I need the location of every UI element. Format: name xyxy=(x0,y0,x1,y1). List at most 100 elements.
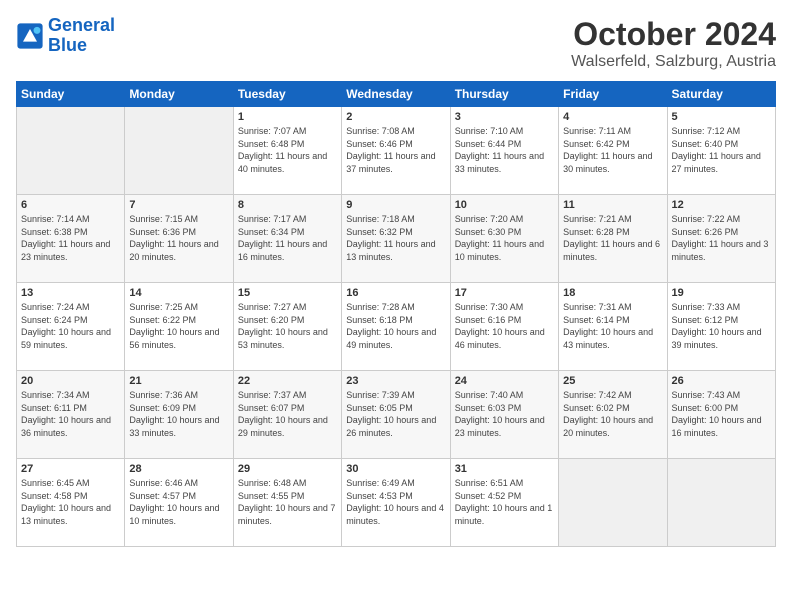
day-info: Sunrise: 7:17 AMSunset: 6:34 PMDaylight:… xyxy=(238,213,337,263)
day-number: 31 xyxy=(455,463,554,475)
day-info: Sunrise: 7:30 AMSunset: 6:16 PMDaylight:… xyxy=(455,301,554,351)
day-info: Sunrise: 6:46 AMSunset: 4:57 PMDaylight:… xyxy=(129,477,228,527)
calendar-cell: 21Sunrise: 7:36 AMSunset: 6:09 PMDayligh… xyxy=(125,371,233,459)
day-number: 9 xyxy=(346,199,445,211)
calendar-cell: 25Sunrise: 7:42 AMSunset: 6:02 PMDayligh… xyxy=(559,371,667,459)
title-block: October 2024 Walserfeld, Salzburg, Austr… xyxy=(571,16,776,71)
day-info: Sunrise: 7:31 AMSunset: 6:14 PMDaylight:… xyxy=(563,301,662,351)
calendar-table: Sunday Monday Tuesday Wednesday Thursday… xyxy=(16,81,776,547)
month-title: October 2024 xyxy=(571,16,776,53)
day-info: Sunrise: 7:34 AMSunset: 6:11 PMDaylight:… xyxy=(21,389,120,439)
calendar-week-1: 1Sunrise: 7:07 AMSunset: 6:48 PMDaylight… xyxy=(17,107,776,195)
calendar-cell: 14 Sunrise: 7:25 AMSunset: 6:22 PMDayligh… xyxy=(125,283,233,371)
day-number: 13 xyxy=(21,287,120,299)
logo: General Blue xyxy=(16,16,115,56)
day-number: 15 xyxy=(238,287,337,299)
calendar-cell: 16 Sunrise: 7:28 AMSunset: 6:18 PMDayligh… xyxy=(342,283,450,371)
col-saturday: Saturday xyxy=(667,82,775,107)
day-number: 21 xyxy=(129,375,228,387)
day-info: Sunrise: 7:28 AMSunset: 6:18 PMDaylight:… xyxy=(346,301,445,351)
day-number: 2 xyxy=(346,111,445,123)
day-number: 28 xyxy=(129,463,228,475)
calendar-cell: 27Sunrise: 6:45 AMSunset: 4:58 PMDayligh… xyxy=(17,459,125,547)
calendar-cell: 18 Sunrise: 7:31 AMSunset: 6:14 PMDayligh… xyxy=(559,283,667,371)
location-title: Walserfeld, Salzburg, Austria xyxy=(571,53,776,71)
page-header: General Blue October 2024 Walserfeld, Sa… xyxy=(16,16,776,71)
calendar-cell: 24Sunrise: 7:40 AMSunset: 6:03 PMDayligh… xyxy=(450,371,558,459)
day-info: Sunrise: 7:37 AMSunset: 6:07 PMDaylight:… xyxy=(238,389,337,439)
calendar-cell: 13 Sunrise: 7:24 AMSunset: 6:24 PMDayligh… xyxy=(17,283,125,371)
day-info: Sunrise: 7:11 AMSunset: 6:42 PMDaylight:… xyxy=(563,125,662,175)
logo-line1: General xyxy=(48,15,115,35)
day-info: Sunrise: 7:18 AMSunset: 6:32 PMDaylight:… xyxy=(346,213,445,263)
day-number: 7 xyxy=(129,199,228,211)
day-number: 14 xyxy=(129,287,228,299)
calendar-cell xyxy=(559,459,667,547)
day-info: Sunrise: 7:10 AMSunset: 6:44 PMDaylight:… xyxy=(455,125,554,175)
day-number: 16 xyxy=(346,287,445,299)
day-number: 19 xyxy=(672,287,771,299)
day-info: Sunrise: 7:24 AMSunset: 6:24 PMDaylight:… xyxy=(21,301,120,351)
calendar-week-5: 27Sunrise: 6:45 AMSunset: 4:58 PMDayligh… xyxy=(17,459,776,547)
calendar-cell: 30 Sunrise: 6:49 AMSunset: 4:53 PMDayligh… xyxy=(342,459,450,547)
col-friday: Friday xyxy=(559,82,667,107)
day-info: Sunrise: 6:48 AMSunset: 4:55 PMDaylight:… xyxy=(238,477,337,527)
calendar-cell xyxy=(667,459,775,547)
calendar-cell: 29 Sunrise: 6:48 AMSunset: 4:55 PMDayligh… xyxy=(233,459,341,547)
calendar-cell: 6 Sunrise: 7:14 AMSunset: 6:38 PMDaylight… xyxy=(17,195,125,283)
day-info: Sunrise: 6:51 AMSunset: 4:52 PMDaylight:… xyxy=(455,477,554,527)
day-info: Sunrise: 7:14 AMSunset: 6:38 PMDaylight:… xyxy=(21,213,120,263)
day-number: 6 xyxy=(21,199,120,211)
day-number: 18 xyxy=(563,287,662,299)
day-number: 23 xyxy=(346,375,445,387)
day-info: Sunrise: 7:22 AMSunset: 6:26 PMDaylight:… xyxy=(672,213,771,263)
day-number: 30 xyxy=(346,463,445,475)
calendar-cell: 22 Sunrise: 7:37 AMSunset: 6:07 PMDayligh… xyxy=(233,371,341,459)
logo-icon xyxy=(16,22,44,50)
day-info: Sunrise: 7:40 AMSunset: 6:03 PMDaylight:… xyxy=(455,389,554,439)
calendar-week-4: 20 Sunrise: 7:34 AMSunset: 6:11 PMDayligh… xyxy=(17,371,776,459)
day-number: 29 xyxy=(238,463,337,475)
logo-text: General Blue xyxy=(48,16,115,56)
day-info: Sunrise: 7:27 AMSunset: 6:20 PMDaylight:… xyxy=(238,301,337,351)
day-number: 12 xyxy=(672,199,771,211)
day-info: Sunrise: 7:39 AMSunset: 6:05 PMDaylight:… xyxy=(346,389,445,439)
calendar-cell: 8 Sunrise: 7:17 AMSunset: 6:34 PMDaylight… xyxy=(233,195,341,283)
calendar-cell: 19 Sunrise: 7:33 AMSunset: 6:12 PMDayligh… xyxy=(667,283,775,371)
day-number: 3 xyxy=(455,111,554,123)
day-number: 11 xyxy=(563,199,662,211)
calendar-cell: 7 Sunrise: 7:15 AMSunset: 6:36 PMDaylight… xyxy=(125,195,233,283)
calendar-cell: 31 Sunrise: 6:51 AMSunset: 4:52 PMDayligh… xyxy=(450,459,558,547)
calendar-cell: 5Sunrise: 7:12 AMSunset: 6:40 PMDaylight… xyxy=(667,107,775,195)
day-number: 20 xyxy=(21,375,120,387)
day-info: Sunrise: 7:15 AMSunset: 6:36 PMDaylight:… xyxy=(129,213,228,263)
col-tuesday: Tuesday xyxy=(233,82,341,107)
calendar-cell: 23 Sunrise: 7:39 AMSunset: 6:05 PMDayligh… xyxy=(342,371,450,459)
day-info: Sunrise: 7:25 AMSunset: 6:22 PMDaylight:… xyxy=(129,301,228,351)
day-info: Sunrise: 6:49 AMSunset: 4:53 PMDaylight:… xyxy=(346,477,445,527)
day-number: 8 xyxy=(238,199,337,211)
calendar-cell xyxy=(17,107,125,195)
day-number: 27 xyxy=(21,463,120,475)
calendar-week-3: 13 Sunrise: 7:24 AMSunset: 6:24 PMDayligh… xyxy=(17,283,776,371)
col-sunday: Sunday xyxy=(17,82,125,107)
calendar-week-2: 6 Sunrise: 7:14 AMSunset: 6:38 PMDaylight… xyxy=(17,195,776,283)
calendar-cell: 2 Sunrise: 7:08 AMSunset: 6:46 PMDaylight… xyxy=(342,107,450,195)
day-info: Sunrise: 7:43 AMSunset: 6:00 PMDaylight:… xyxy=(672,389,771,439)
day-info: Sunrise: 7:12 AMSunset: 6:40 PMDaylight:… xyxy=(672,125,771,175)
calendar-cell: 4Sunrise: 7:11 AMSunset: 6:42 PMDaylight… xyxy=(559,107,667,195)
day-number: 1 xyxy=(238,111,337,123)
calendar-cell: 15 Sunrise: 7:27 AMSunset: 6:20 PMDayligh… xyxy=(233,283,341,371)
col-wednesday: Wednesday xyxy=(342,82,450,107)
day-info: Sunrise: 7:08 AMSunset: 6:46 PMDaylight:… xyxy=(346,125,445,175)
calendar-cell: 20 Sunrise: 7:34 AMSunset: 6:11 PMDayligh… xyxy=(17,371,125,459)
calendar-cell: 12 Sunrise: 7:22 AMSunset: 6:26 PMDayligh… xyxy=(667,195,775,283)
calendar-cell: 9 Sunrise: 7:18 AMSunset: 6:32 PMDaylight… xyxy=(342,195,450,283)
calendar-cell: 28 Sunrise: 6:46 AMSunset: 4:57 PMDayligh… xyxy=(125,459,233,547)
header-row: Sunday Monday Tuesday Wednesday Thursday… xyxy=(17,82,776,107)
col-thursday: Thursday xyxy=(450,82,558,107)
day-number: 22 xyxy=(238,375,337,387)
day-info: Sunrise: 7:42 AMSunset: 6:02 PMDaylight:… xyxy=(563,389,662,439)
calendar-cell: 17Sunrise: 7:30 AMSunset: 6:16 PMDayligh… xyxy=(450,283,558,371)
day-info: Sunrise: 7:33 AMSunset: 6:12 PMDaylight:… xyxy=(672,301,771,351)
